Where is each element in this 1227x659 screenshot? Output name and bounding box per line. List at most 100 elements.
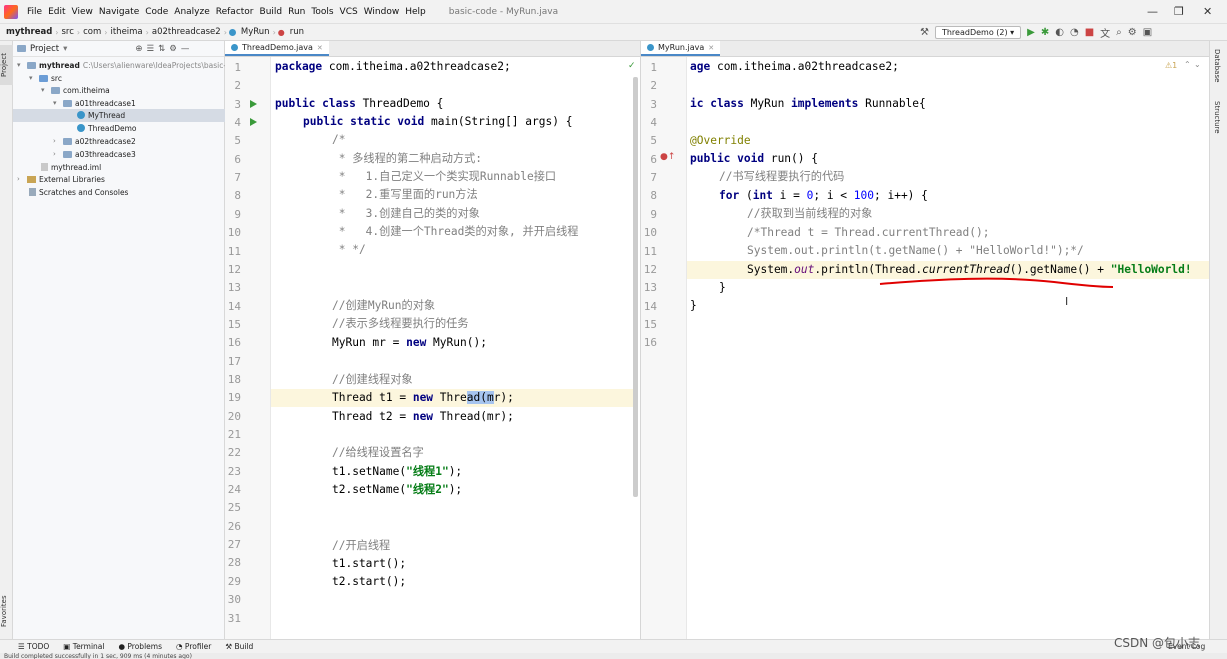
menu-help[interactable]: Help [402,7,429,17]
problems-tab[interactable]: ● Problems [118,642,162,651]
override-gutter-icon[interactable]: ●↑ [660,152,675,162]
file-icon [41,163,48,172]
tree-item-a03threadcase3[interactable]: › a03threadcase3 [53,148,136,161]
code-line-7: * 1.自己定义一个类实现Runnable接口 [332,170,557,183]
code-line-15: //表示多线程要执行的任务 [332,317,469,330]
menu-build[interactable]: Build [257,7,286,17]
run-gutter-icon[interactable] [250,100,257,108]
code-line-9: //获取到当前线程的对象 [747,207,873,220]
database-tool-tab[interactable]: Database [1213,49,1221,82]
warning-icon[interactable]: ⚠1 [1165,61,1177,70]
code-line-8: * 2.重写里面的run方法 [332,188,478,201]
todo-label: TODO [27,642,50,651]
code-line-11: System.out.println(t.getName() + "HelloW… [747,244,1084,257]
todo-tab[interactable]: ☰ TODO [18,642,49,651]
close-icon[interactable]: ✕ [1203,5,1212,18]
ide-icon[interactable]: ▣ [1143,27,1152,38]
tree-item-mythread-iml[interactable]: mythread.iml [41,161,101,174]
tree-item-mythread-class[interactable]: MyThread [13,109,225,122]
line-number: 14 [643,299,657,313]
build-tab[interactable]: ⚒ Build [225,642,253,651]
run-configuration-select[interactable]: ThreadDemo (2) ▾ [934,26,1022,39]
tree-label: a01threadcase1 [75,98,136,108]
tree-item-scratches[interactable]: Scratches and Consoles [29,186,128,199]
tree-item-a02threadcase2[interactable]: › a02threadcase2 [53,135,136,148]
menu-view[interactable]: View [69,7,96,17]
package-icon [63,137,72,145]
search-icon[interactable]: ⌕ [1116,27,1122,38]
code-line-14: //创建MyRun的对象 [332,299,436,312]
tree-item-mythread[interactable]: ▾ mythread C:\Users\alienware\IdeaProject… [17,59,226,72]
expand-all-icon[interactable]: ☰ [147,44,155,54]
close-tab-icon[interactable]: ✕ [708,44,714,52]
breadcrumb-mythread[interactable]: mythread [0,27,55,37]
menu-file[interactable]: File [24,7,45,17]
menu-run[interactable]: Run [285,7,308,17]
tree-item-external-libraries[interactable]: › External Libraries [17,173,105,186]
tab-threaddemo-java[interactable]: ThreadDemo.java ✕ [225,41,329,56]
editor-tabs: ThreadDemo.java ✕ [225,41,640,57]
line-number: 26 [227,519,241,533]
menu-window[interactable]: Window [361,7,403,17]
menu-analyze[interactable]: Analyze [171,7,212,17]
chevron-down-icon[interactable]: ▾ [63,44,67,54]
package-icon [51,86,60,94]
line-number: 15 [227,317,241,331]
line-number: 8 [650,189,657,203]
breadcrumb-src[interactable]: src [59,27,77,37]
profiler-tab[interactable]: ◔ Profiler [176,642,211,651]
close-tab-icon[interactable]: ✕ [317,44,323,52]
settings-icon[interactable]: ⚙ [1128,27,1137,38]
hide-panel-icon[interactable]: — [181,44,190,54]
panel-settings-icon[interactable]: ⚙ [169,44,177,54]
build-label: Build [234,642,254,651]
line-number: 1 [234,61,241,74]
stop-icon[interactable]: ■ [1085,27,1094,38]
run-icon[interactable]: ▶ [1027,27,1035,38]
collapse-all-icon[interactable]: ⇅ [158,44,165,54]
breadcrumb-run[interactable]: run [287,27,307,37]
expanded-arrow-icon: ▾ [29,74,33,83]
breadcrumb-com[interactable]: com [80,27,104,37]
line-number: 21 [227,428,241,441]
code-line-13: } [719,281,726,294]
project-tool-tab[interactable]: Project [0,45,13,85]
structure-tool-tab[interactable]: Structure [1213,101,1221,134]
minimize-icon[interactable]: — [1147,5,1158,18]
maximize-icon[interactable]: ❐ [1174,5,1184,18]
menu-navigate[interactable]: Navigate [96,7,142,17]
run-gutter-icon[interactable] [250,118,257,126]
translate-icon[interactable]: 文 [1100,25,1110,40]
tree-item-threaddemo[interactable]: ThreadDemo [77,122,137,135]
debug-icon[interactable]: ✱ [1041,27,1049,38]
build-hammer-icon[interactable]: ⚒ [920,27,929,38]
code-line-18: //创建线程对象 [332,373,413,386]
locate-icon[interactable]: ⊕ [135,44,142,54]
code-line-6: public void run() { [690,152,818,165]
favorites-tool-tab[interactable]: Favorites [0,589,13,633]
coverage-icon[interactable]: ◐ [1055,27,1064,38]
editor-scrollbar[interactable] [633,77,638,497]
code-line-10: * 4.创建一个Thread类的对象, 并开启线程 [332,225,579,238]
project-view-select[interactable]: Project [30,44,59,54]
status-bar: Build completed successfully in 1 sec, 9… [0,653,1227,659]
menu-code[interactable]: Code [142,7,171,17]
menu-refactor[interactable]: Refactor [213,7,257,17]
terminal-tab[interactable]: ▣ Terminal [63,642,104,651]
menu-vcs[interactable]: VCS [337,7,361,17]
menu-edit[interactable]: Edit [45,7,68,17]
nav-down-icon[interactable]: ⌄ [1194,60,1201,69]
tree-label: com.itheima [63,85,110,95]
line-number: 22 [227,446,241,460]
toolbar-right: ⚒ ThreadDemo (2) ▾ ▶ ✱ ◐ ◔ ■ 文 ⌕ ⚙ ▣ [920,24,1152,41]
breadcrumb-itheima[interactable]: itheima [107,27,145,37]
tree-item-src[interactable]: ▾ src [29,72,62,85]
breadcrumb-myrun[interactable]: MyRun [238,27,273,37]
breadcrumb-package[interactable]: a02threadcase2 [149,27,224,37]
tab-myrun-java[interactable]: MyRun.java ✕ [641,41,721,56]
tree-item-a01threadcase1[interactable]: ▾ a01threadcase1 [53,97,136,110]
tree-item-com-itheima[interactable]: ▾ com.itheima [41,84,110,97]
menu-tools[interactable]: Tools [308,7,336,17]
nav-up-icon[interactable]: ⌃ [1184,60,1191,69]
profile-icon[interactable]: ◔ [1070,27,1079,38]
